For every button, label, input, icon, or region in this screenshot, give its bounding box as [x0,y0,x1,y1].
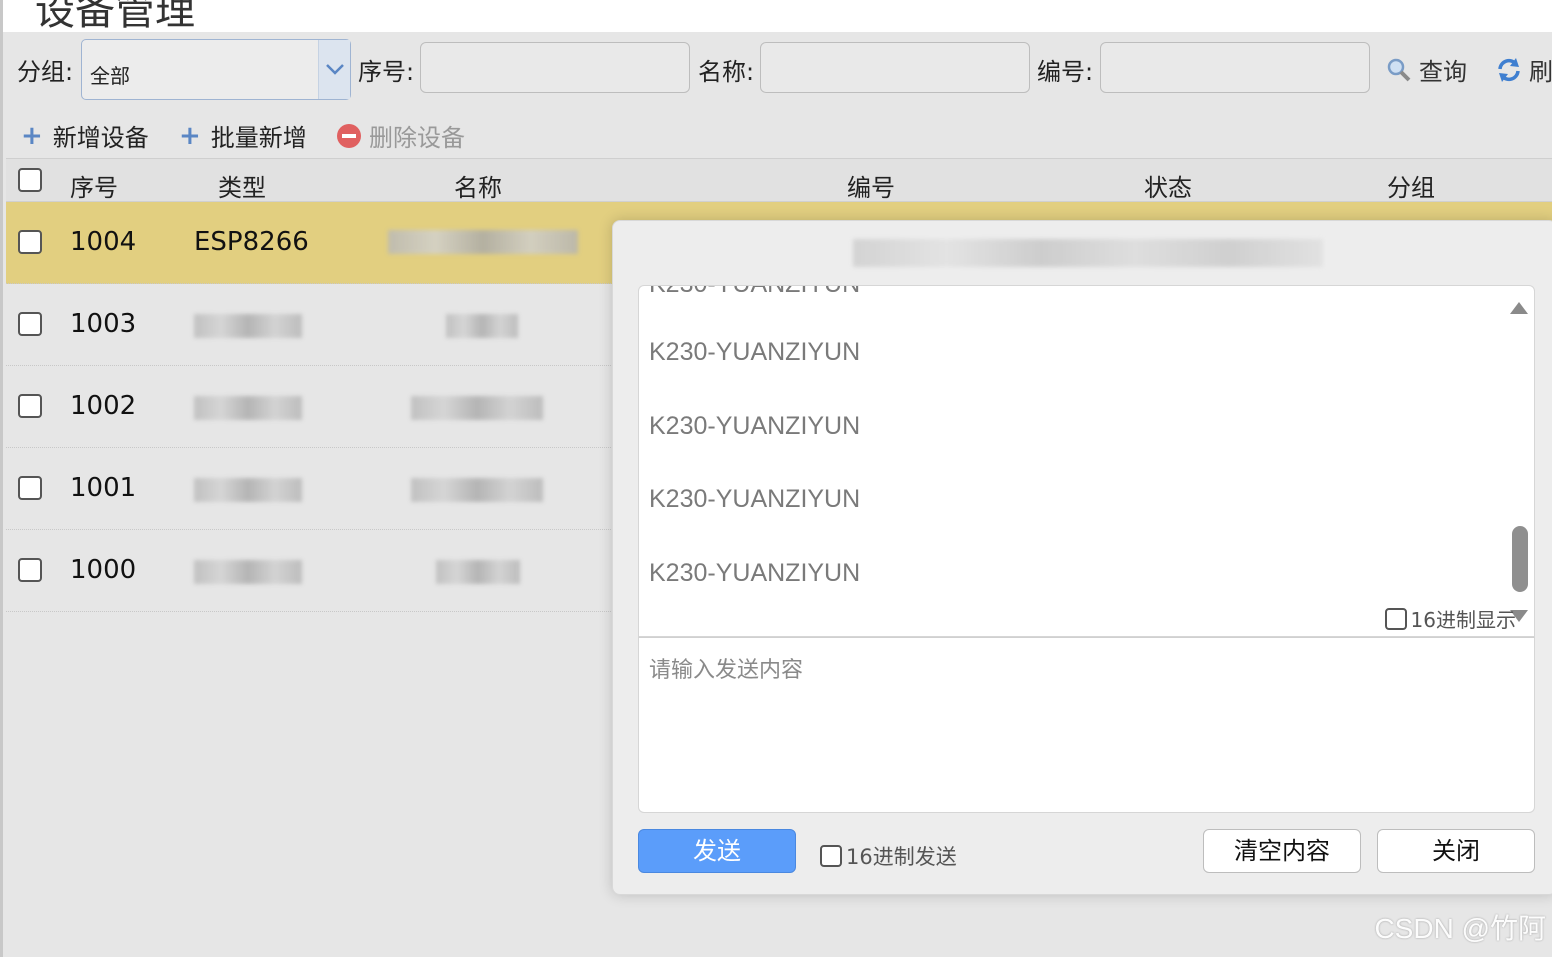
row-type: ESP8266 [194,227,309,257]
received-line: K230-YUANZIYUN [649,485,861,513]
code-input[interactable] [1100,42,1370,93]
filter-toolbar: 分组: 全部 序号: 名称: 编号: 查询 刷 [3,32,1552,104]
delete-device-label: 删除设备 [369,124,465,152]
hex-send-checkbox[interactable] [820,845,842,867]
dialog-title-redacted [853,239,1323,267]
group-select-value: 全部 [90,64,130,88]
send-input-placeholder: 请输入发送内容 [649,658,804,683]
name-input[interactable] [760,42,1030,93]
column-header-seq[interactable]: 序号 [70,168,118,203]
received-content-area[interactable]: K230-YUANZIYUN K230-YUANZIYUN K230-YUANZ… [638,285,1535,637]
row-name-redacted [388,230,578,254]
plus-icon: + [179,120,201,151]
row-seq: 1000 [70,555,137,585]
row-type-redacted [194,314,302,338]
hex-send-toggle[interactable]: 16进制发送 [820,841,957,871]
select-all-checkbox[interactable] [18,168,42,192]
query-button[interactable]: 查询 [1385,52,1467,87]
row-name-redacted [446,314,518,338]
row-name-redacted [411,396,543,420]
row-checkbox[interactable] [18,394,42,418]
add-device-button[interactable]: + 新增设备 [21,118,149,153]
minus-circle-icon [337,123,361,148]
row-checkbox[interactable] [18,312,42,336]
search-icon [1387,58,1411,81]
refresh-button[interactable]: 刷 [1495,52,1552,87]
seq-label: 序号: [358,58,415,86]
row-seq: 1002 [70,391,137,421]
group-label: 分组: [17,58,74,86]
received-line: K230-YUANZIYUN [649,412,861,440]
column-header-code[interactable]: 编号 [847,168,895,203]
watermark: CSDN @竹阿 [1374,913,1546,944]
row-type-redacted [194,560,302,584]
received-line: K230-YUANZIYUN [649,559,861,587]
row-name-redacted [411,478,543,502]
row-checkbox[interactable] [18,558,42,582]
hex-send-label: 16进制发送 [846,845,957,869]
received-line: K230-YUANZIYUN [649,286,860,299]
clear-content-button[interactable]: 清空内容 [1203,829,1361,873]
send-input[interactable]: 请输入发送内容 [638,637,1535,813]
refresh-label: 刷 [1529,58,1552,86]
close-button[interactable]: 关闭 [1377,829,1535,873]
row-checkbox[interactable] [18,230,42,254]
page-title: 设备管理 [35,0,195,32]
name-label: 名称: [698,58,755,86]
hex-display-label: 16进制显示 [1410,608,1516,632]
batch-add-label: 批量新增 [210,124,307,152]
row-seq: 1003 [70,309,137,339]
received-line: K230-YUANZIYUN [649,338,861,366]
send-button[interactable]: 发送 [638,829,796,873]
row-type-redacted [194,396,302,420]
seq-input[interactable] [420,42,690,93]
refresh-icon [1498,57,1520,82]
add-device-label: 新增设备 [52,124,149,152]
column-header-status[interactable]: 状态 [1144,168,1192,203]
group-select[interactable]: 全部 [81,39,351,100]
row-checkbox[interactable] [18,476,42,500]
hex-display-checkbox[interactable] [1384,607,1407,630]
column-header-name[interactable]: 名称 [454,168,502,203]
scrollbar-thumb[interactable] [1512,526,1528,592]
page-title-bar: 设备管理 [0,0,1552,32]
row-seq: 1004 [70,227,137,257]
column-header-group[interactable]: 分组 [1387,168,1435,203]
action-toolbar: + 新增设备 + 批量新增 删除设备 [3,110,1552,158]
plus-icon: + [21,120,43,151]
row-type-redacted [194,478,302,502]
code-label: 编号: [1037,58,1094,86]
batch-add-button[interactable]: + 批量新增 [179,118,307,153]
row-name-redacted [436,560,520,584]
scroll-up-arrow-icon[interactable] [1510,302,1528,314]
grid-header: 序号 类型 名称 编号 状态 分组 [6,158,1552,202]
row-seq: 1001 [70,473,137,503]
column-header-type[interactable]: 类型 [218,168,266,203]
hex-display-toggle[interactable]: 16进制显示 [1384,604,1516,633]
chevron-down-icon[interactable] [318,40,350,99]
delete-device-button[interactable]: 删除设备 [337,118,465,153]
serial-dialog: K230-YUANZIYUN K230-YUANZIYUN K230-YUANZ… [612,220,1552,895]
query-label: 查询 [1419,58,1467,86]
